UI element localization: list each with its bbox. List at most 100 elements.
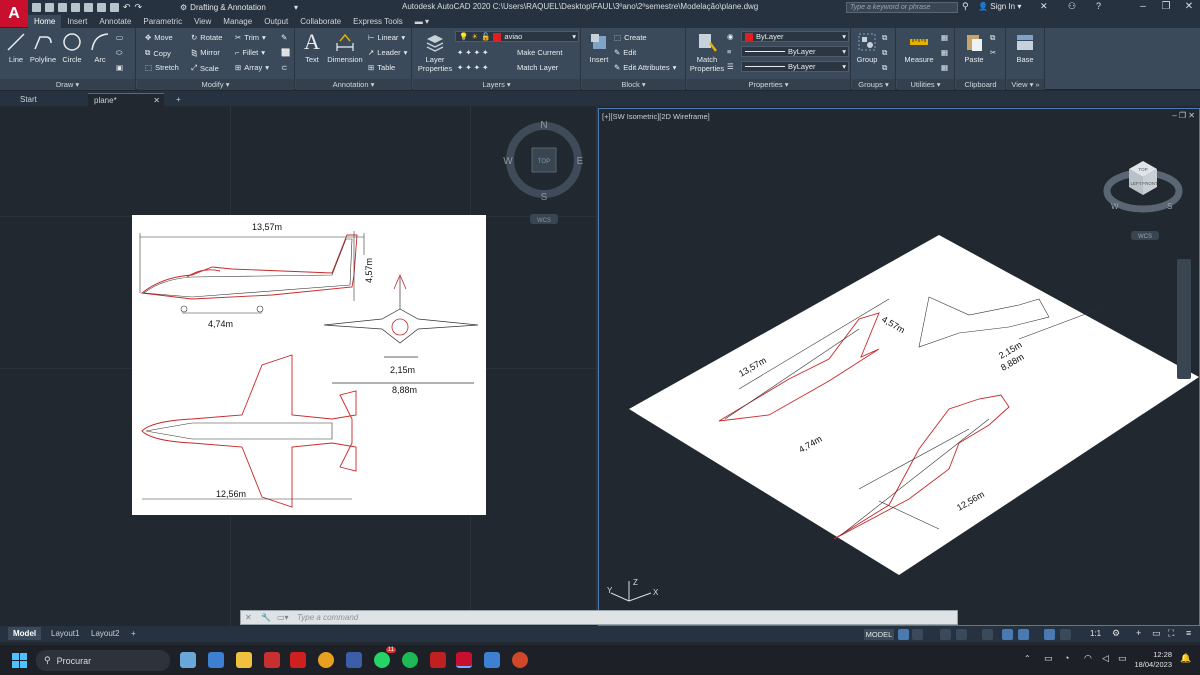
array-button[interactable]: ⊞ Array ▾ <box>235 63 269 72</box>
linetype-icon[interactable]: ≡ <box>727 47 731 56</box>
wifi-icon[interactable]: ◠ <box>1084 653 1092 664</box>
circle-button[interactable]: Circle <box>60 31 84 64</box>
file-explorer-icon[interactable] <box>236 652 252 668</box>
quickcalc-icon[interactable]: ▦ <box>941 63 948 72</box>
clipboard-panel-title[interactable]: Clipboard <box>956 79 1005 90</box>
close-command-icon[interactable]: ✕ <box>245 613 252 622</box>
edit-block-button[interactable]: ✎ Edit <box>614 48 636 57</box>
offset-icon[interactable]: ⊂ <box>281 63 287 72</box>
autocad-taskbar-icon[interactable] <box>456 652 472 668</box>
scale-button[interactable]: ⤢ Scale <box>191 63 219 73</box>
tab-view[interactable]: View <box>188 15 217 28</box>
add-icon[interactable]: + <box>1136 628 1141 638</box>
make-current-button[interactable]: Make Current <box>517 48 562 57</box>
annotation-scale-icon[interactable] <box>1044 629 1055 640</box>
ortho-icon[interactable] <box>940 629 951 640</box>
user-account-icon[interactable]: ⚇ <box>1068 1 1076 12</box>
whatsapp-icon[interactable]: 11 <box>374 647 396 668</box>
netflix-icon[interactable] <box>290 652 306 668</box>
properties-panel-title[interactable]: Properties ▾ <box>687 79 850 90</box>
move-button[interactable]: ✥ Move <box>145 33 173 42</box>
layout-tab-layout2[interactable]: Layout2 <box>86 627 124 640</box>
battery-icon[interactable]: ▭ <box>1118 653 1127 664</box>
customize-menu-icon[interactable]: ≡ <box>1186 628 1191 638</box>
measure-button[interactable]: Measure <box>901 31 937 64</box>
tab-parametric[interactable]: Parametric <box>137 15 188 28</box>
mobile-icon[interactable] <box>97 3 106 12</box>
file-tab-plane[interactable]: plane* ✕ <box>88 93 164 106</box>
mirror-button[interactable]: ⧎ Mirror <box>191 48 220 57</box>
polyline-button[interactable]: Polyline <box>28 31 58 64</box>
layout-tab-layout1[interactable]: Layout1 <box>46 627 84 640</box>
layer-tools-row-2[interactable]: ✦ ✦ ✦ ✦ <box>457 63 488 72</box>
scale-dropdown[interactable]: 1:1 <box>1090 629 1101 638</box>
new-tab-button[interactable]: + <box>170 93 187 106</box>
view-panel-title[interactable]: View ▾ » <box>1007 79 1044 90</box>
rectangle-icon[interactable]: ▭ <box>116 33 123 42</box>
utilities-panel-title[interactable]: Utilities ▾ <box>897 79 954 90</box>
cut-icon[interactable]: ✂ <box>990 48 996 57</box>
command-line[interactable]: ✕ 🔧 ▭▾ Type a command <box>240 610 958 625</box>
arc-button[interactable]: Arc <box>88 31 112 64</box>
annotation-panel-title[interactable]: Annotation ▾ <box>296 79 411 90</box>
ungroup-icon[interactable]: ⧉ <box>882 33 887 43</box>
group-select-icon[interactable]: ⧉ <box>882 63 887 73</box>
snap-icon[interactable] <box>912 629 923 640</box>
trim-button[interactable]: ✂ Trim ▾ <box>235 33 266 42</box>
table-button[interactable]: ⊞ Table <box>368 63 395 72</box>
redo-icon[interactable]: ↷ <box>135 2 143 13</box>
rotate-button[interactable]: ↻ Rotate <box>191 33 222 42</box>
open-icon[interactable] <box>45 3 54 12</box>
calculator-icon[interactable]: ▦ <box>941 33 948 42</box>
viewport-sw-isometric[interactable]: [+][SW Isometric][2D Wireframe] – ❐ ✕ 13… <box>598 108 1200 626</box>
search-input[interactable]: Type a keyword or phrase <box>846 2 958 13</box>
viewport-top[interactable]: TOP N S E W WCS 13,57m 4,57m 4,74m 2,15m… <box>0 106 596 626</box>
add-layout-button[interactable]: + <box>126 627 141 640</box>
paste-button[interactable]: Paste <box>960 31 988 64</box>
explode-icon[interactable]: ⬜ <box>281 48 290 57</box>
viewcube[interactable]: TOP LEFT FRONT W S WCS <box>1099 147 1189 247</box>
clock[interactable]: 12:28 18/04/2023 <box>1134 650 1172 670</box>
navigation-bar[interactable] <box>1177 259 1191 379</box>
line-button[interactable]: Line <box>4 31 28 64</box>
widgets-icon[interactable] <box>180 652 196 668</box>
tab-express-tools[interactable]: Express Tools <box>347 15 409 28</box>
plane-drawing-sheet[interactable]: 13,57m 4,57m 4,74m 2,15m 8,88m 12,56m <box>132 215 486 515</box>
base-button[interactable]: Base <box>1011 31 1039 64</box>
tab-manage[interactable]: Manage <box>217 15 258 28</box>
isolate-icon[interactable]: ▭ <box>1152 628 1161 639</box>
undo-icon[interactable]: ↶ <box>123 2 131 13</box>
save-icon[interactable] <box>58 3 67 12</box>
chevron-up-icon[interactable]: ⌃ <box>1024 654 1031 663</box>
viewcube-compass[interactable]: TOP N S E W WCS <box>498 116 590 226</box>
maximize-button[interactable]: ❐ <box>1155 0 1177 15</box>
modify-panel-title[interactable]: Modify ▾ <box>137 79 294 90</box>
print-icon[interactable] <box>110 3 119 12</box>
tab-home[interactable]: Home <box>28 15 62 28</box>
workspace-gear-icon[interactable]: ⚙ <box>1112 628 1120 639</box>
hatch-icon[interactable]: ⬭ <box>116 48 122 58</box>
tray-icon[interactable]: ▭ <box>1044 653 1053 664</box>
dimension-button[interactable]: Dimension <box>326 31 364 64</box>
calculator-app-icon[interactable] <box>208 652 224 668</box>
ribbon-options-icon[interactable]: ▬ ▾ <box>409 15 435 28</box>
color-dropdown[interactable]: ByLayer ▾ <box>741 31 849 42</box>
isodraft-icon[interactable] <box>982 629 993 640</box>
group-edit-icon[interactable]: ⧉ <box>882 48 887 58</box>
layer-properties-button[interactable]: Layer Properties <box>417 31 453 73</box>
taskbar-search[interactable]: ⚲ Procurar <box>36 650 170 671</box>
command-input[interactable]: Type a command <box>297 613 358 622</box>
fullscreen-icon[interactable]: ⛶ <box>1168 628 1174 639</box>
copy-clip-icon[interactable]: ⧉ <box>990 33 995 43</box>
save-as-icon[interactable] <box>71 3 80 12</box>
text-button[interactable]: A Text <box>300 31 324 65</box>
erase-icon[interactable]: ✎ <box>281 33 287 42</box>
polar-icon[interactable] <box>956 629 967 640</box>
match-layer-button[interactable]: Match Layer <box>517 63 558 72</box>
insert-button[interactable]: Insert <box>586 31 612 64</box>
filezilla-icon[interactable] <box>430 652 446 668</box>
layers-panel-title[interactable]: Layers ▾ <box>413 79 580 90</box>
app-icon-2[interactable] <box>346 652 362 668</box>
help-icon[interactable]: ? <box>1096 1 1101 11</box>
chrome-icon[interactable] <box>318 652 334 668</box>
